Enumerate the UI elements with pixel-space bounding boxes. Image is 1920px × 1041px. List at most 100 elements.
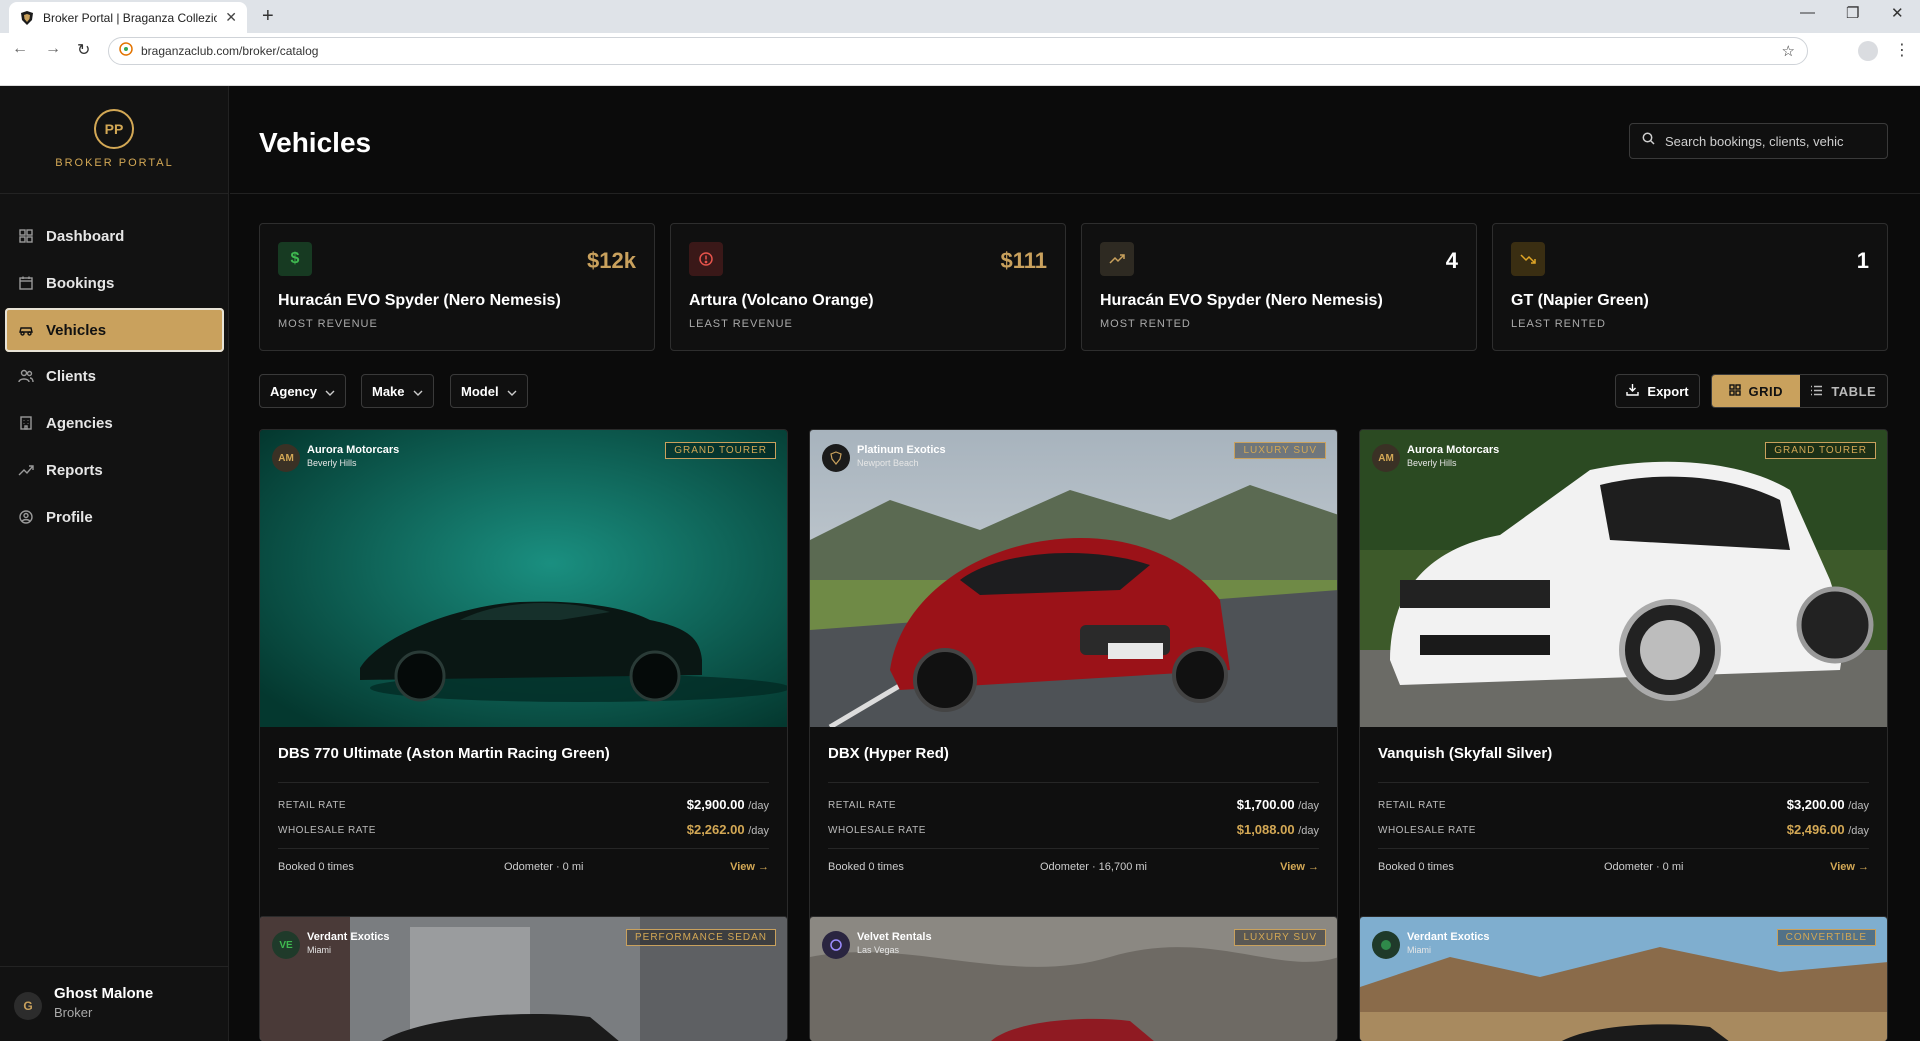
sidebar-item-vehicles[interactable]: Vehicles	[5, 308, 224, 352]
tab-title: Broker Portal | Braganza Collezione	[43, 10, 218, 25]
new-tab-icon[interactable]: +	[262, 5, 274, 28]
view-link[interactable]: View →	[1280, 861, 1319, 873]
shield-favicon-icon	[19, 10, 35, 26]
filter-agency[interactable]: Agency	[259, 374, 346, 408]
agency-name: Platinum Exotics	[857, 444, 946, 456]
agency-location: Miami	[1407, 945, 1431, 955]
stat-value: $111	[1000, 248, 1047, 273]
vehicle-card[interactable]: AM Aurora Motorcars Beverly Hills GRAND …	[259, 429, 788, 982]
restore-icon[interactable]: ❐	[1846, 4, 1859, 22]
browser-profile-avatar[interactable]	[1858, 41, 1878, 61]
browser-tab-bar: Broker Portal | Braganza Collezione ✕ + …	[0, 0, 1920, 33]
divider	[1378, 848, 1869, 849]
logo-text: BROKER PORTAL	[55, 157, 174, 169]
url-text: braganzaclub.com/broker/catalog	[141, 44, 319, 58]
wholesale-rate-value: $2,262.00 /day	[686, 822, 769, 837]
view-link[interactable]: View →	[1830, 861, 1869, 873]
chevron-down-icon	[507, 384, 517, 399]
site-info-icon[interactable]	[119, 41, 133, 61]
vehicle-card[interactable]: AM Aurora Motorcars Beverly Hills GRAND …	[1359, 429, 1888, 982]
vehicle-name[interactable]: Vanquish (Skyfall Silver)	[1378, 745, 1552, 762]
minimize-icon[interactable]: —	[1800, 4, 1815, 21]
wholesale-rate-label: WHOLESALE RATE	[828, 825, 926, 836]
forward-icon[interactable]: →	[45, 40, 61, 58]
stat-least-revenue: $111 Artura (Volcano Orange) LEAST REVEN…	[670, 223, 1066, 351]
sidebar-item-label: Profile	[46, 508, 93, 526]
stat-most-rented: 4 Huracán EVO Spyder (Nero Nemesis) MOST…	[1081, 223, 1477, 351]
export-button[interactable]: Export	[1615, 374, 1700, 408]
calendar-icon	[18, 275, 34, 291]
grid-icon	[1728, 383, 1741, 399]
sidebar-item-dashboard[interactable]: Dashboard	[5, 214, 224, 258]
stat-label: MOST REVENUE	[278, 318, 378, 330]
retail-rate-label: RETAIL RATE	[828, 800, 897, 811]
vehicle-photo[interactable]	[1360, 430, 1887, 727]
vehicle-photo[interactable]	[260, 430, 787, 727]
close-window-icon[interactable]: ✕	[1891, 4, 1904, 22]
vehicle-card[interactable]: VE Verdant Exotics Miami PERFORMANCE SED…	[259, 916, 788, 1041]
filter-label: Model	[461, 383, 499, 399]
sidebar-item-agencies[interactable]: Agencies	[5, 401, 224, 445]
url-field[interactable]: braganzaclub.com/broker/catalog ☆	[108, 37, 1808, 65]
filter-model[interactable]: Model	[450, 374, 528, 408]
vehicle-card[interactable]: Verdant Exotics Miami CONVERTIBLE	[1359, 916, 1888, 1041]
reload-icon[interactable]: ↻	[77, 40, 90, 60]
agency-logo-icon	[822, 444, 850, 472]
retail-rate-value: $2,900.00 /day	[686, 797, 769, 812]
user-menu[interactable]: G Ghost Malone Broker	[0, 966, 229, 1041]
grid-view-button[interactable]: GRID	[1712, 375, 1800, 407]
agency-avatar: VE	[272, 931, 300, 959]
agency-avatar: AM	[272, 444, 300, 472]
page-title: Vehicles	[259, 127, 372, 158]
stat-value: $12k	[587, 248, 636, 273]
divider	[828, 848, 1319, 849]
browser-menu-icon[interactable]: ⋮	[1894, 40, 1910, 60]
booked-count: Booked 0 times	[1378, 861, 1454, 873]
divider	[278, 782, 769, 783]
vehicle-name[interactable]: DBS 770 Ultimate (Aston Martin Racing Gr…	[278, 745, 610, 762]
stat-vehicle-name: Huracán EVO Spyder (Nero Nemesis)	[1100, 292, 1383, 309]
search-box[interactable]	[1629, 123, 1888, 159]
sidebar: PP BROKER PORTAL Dashboard Bookings Vehi…	[0, 86, 229, 1041]
filter-make[interactable]: Make	[361, 374, 434, 408]
grid-icon	[18, 228, 34, 244]
download-icon	[1626, 383, 1640, 399]
vehicle-card[interactable]: Platinum Exotics Newport Beach LUXURY SU…	[809, 429, 1338, 982]
vehicle-name[interactable]: DBX (Hyper Red)	[828, 745, 949, 762]
odometer: Odometer · 0 mi	[1604, 861, 1684, 873]
stat-vehicle-name: Huracán EVO Spyder (Nero Nemesis)	[278, 292, 561, 309]
chevron-down-icon	[325, 384, 335, 399]
back-icon[interactable]: ←	[12, 40, 28, 58]
agency-name: Aurora Motorcars	[307, 444, 400, 456]
browser-tab[interactable]: Broker Portal | Braganza Collezione ✕	[9, 2, 247, 33]
bookmark-star-icon[interactable]: ☆	[1782, 42, 1795, 60]
user-role: Broker	[54, 1005, 93, 1020]
user-circle-icon	[18, 509, 34, 525]
view-link[interactable]: View →	[730, 861, 769, 873]
logo[interactable]: PP BROKER PORTAL	[0, 86, 229, 194]
export-label: Export	[1647, 383, 1689, 399]
table-view-label: TABLE	[1831, 383, 1877, 399]
trend-icon	[18, 462, 34, 478]
sidebar-item-clients[interactable]: Clients	[5, 354, 224, 398]
category-badge: LUXURY SUV	[1234, 442, 1326, 459]
stat-label: MOST RENTED	[1100, 318, 1191, 330]
sidebar-item-bookings[interactable]: Bookings	[5, 261, 224, 305]
sidebar-item-reports[interactable]: Reports	[5, 448, 224, 492]
sidebar-item-profile[interactable]: Profile	[5, 495, 224, 539]
agency-location: Miami	[307, 945, 331, 955]
view-toggle: GRID TABLE	[1711, 374, 1888, 408]
close-tab-icon[interactable]: ✕	[225, 9, 237, 26]
vehicle-photo[interactable]	[810, 430, 1337, 730]
retail-rate-label: RETAIL RATE	[278, 800, 347, 811]
agency-name: Aurora Motorcars	[1407, 444, 1500, 456]
table-view-button[interactable]: TABLE	[1800, 375, 1888, 407]
search-input[interactable]	[1665, 133, 1875, 149]
trend-down-icon	[1511, 242, 1545, 276]
main-content: Vehicles $ $12k Huracán EVO Spyder (Nero…	[230, 86, 1920, 1041]
dollar-icon: $	[278, 242, 312, 276]
agency-location: Newport Beach	[857, 458, 919, 468]
category-badge: PERFORMANCE SEDAN	[625, 929, 776, 946]
vehicle-card[interactable]: Velvet Rentals Las Vegas LUXURY SUV	[809, 916, 1338, 1041]
alert-icon	[689, 242, 723, 276]
